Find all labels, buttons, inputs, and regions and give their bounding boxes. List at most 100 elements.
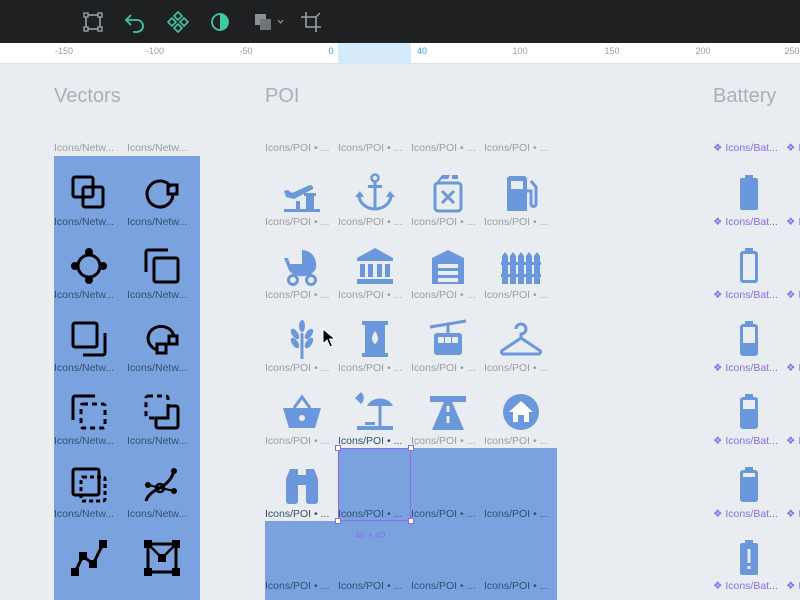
layer-caption[interactable]: Icons/POI • ... (411, 216, 475, 228)
selection-box[interactable] (338, 448, 411, 521)
barrel-icon[interactable] (353, 317, 397, 361)
layer-caption[interactable]: Icons/POI • ... (338, 142, 402, 154)
layer-caption[interactable]: Icons/POI • ... (484, 142, 548, 154)
layer-caption[interactable]: Icons/POI • ... (411, 580, 475, 592)
square-front-icon[interactable] (140, 244, 184, 288)
battery-mid-icon[interactable] (727, 390, 771, 434)
boolean-icon[interactable] (252, 9, 286, 35)
polyline-nodes-icon[interactable] (67, 536, 111, 580)
horizontal-ruler[interactable]: -150 -100 -50 0 40 100 150 200 250 (0, 43, 800, 64)
component-caption[interactable]: ❖ I (786, 289, 800, 301)
component-caption[interactable]: ❖ I (786, 508, 800, 520)
layer-caption[interactable]: Icons/POI • ... (338, 362, 402, 374)
battery-full-icon[interactable] (727, 171, 771, 215)
gas-station-icon[interactable] (499, 171, 543, 215)
highway-icon[interactable] (426, 390, 470, 434)
anchor-icon[interactable] (353, 171, 397, 215)
flip-icon[interactable] (122, 9, 148, 35)
layer-caption[interactable]: Icons/POI • ... (338, 289, 402, 301)
layer-caption[interactable]: Icons/POI • ... (338, 216, 402, 228)
airport-icon[interactable] (280, 171, 324, 215)
bank-icon[interactable] (353, 244, 397, 288)
jerrycan-icon[interactable] (426, 171, 470, 215)
layer-caption[interactable]: Icons/Netw... (54, 142, 114, 154)
layer-caption[interactable]: Icons/Netw... (127, 508, 187, 520)
home-icon[interactable] (499, 390, 543, 434)
curve-nodes-icon[interactable] (140, 463, 184, 507)
bounding-nodes-icon[interactable] (140, 536, 184, 580)
component-caption[interactable]: ❖ I (786, 216, 800, 228)
component-caption[interactable]: ❖ Icons/Bat... (713, 142, 778, 154)
component-caption[interactable]: ❖ Icons/Bat... (713, 435, 778, 447)
component-caption[interactable]: ❖ Icons/Bat... (713, 216, 778, 228)
component-icon[interactable] (165, 9, 191, 35)
resize-handle-bottom-left[interactable] (335, 518, 341, 524)
garage-icon[interactable] (426, 244, 470, 288)
battery-alert-icon[interactable] (727, 536, 771, 580)
layer-caption[interactable]: Icons/Netw... (127, 362, 187, 374)
layer-caption[interactable]: Icons/Netw... (54, 362, 114, 374)
basket-icon[interactable] (280, 390, 324, 434)
fence-icon[interactable] (499, 244, 543, 288)
battery-empty-icon[interactable] (727, 244, 771, 288)
layer-caption[interactable]: Icons/POI • ... (484, 216, 548, 228)
layer-caption[interactable]: Icons/POI • ... (484, 435, 548, 447)
mask-icon[interactable] (207, 9, 233, 35)
layer-caption[interactable]: Icons/POI • ... (265, 362, 329, 374)
layer-caption[interactable]: Icons/POI • ... (338, 435, 402, 447)
layer-caption[interactable]: Icons/Netw... (127, 289, 187, 301)
battery-high-icon[interactable] (727, 463, 771, 507)
layer-caption[interactable]: Icons/POI • ... (411, 362, 475, 374)
binoculars-icon[interactable] (280, 463, 324, 507)
layer-caption[interactable]: Icons/POI • ... (411, 508, 475, 520)
four-circles-union-icon[interactable] (67, 244, 111, 288)
crop-icon[interactable] (298, 9, 324, 35)
component-caption[interactable]: ❖ I (786, 362, 800, 374)
layer-caption[interactable]: Icons/POI • ... (484, 289, 548, 301)
transform-icon[interactable] (80, 9, 106, 35)
resize-handle-top-right[interactable] (408, 445, 414, 451)
resize-handle-bottom-right[interactable] (408, 518, 414, 524)
stroller-icon[interactable] (280, 244, 324, 288)
component-caption[interactable]: ❖ Icons/Bat... (713, 580, 778, 592)
dashed-inner-square-icon[interactable] (67, 463, 111, 507)
battery-low-icon[interactable] (727, 317, 771, 361)
wheat-icon[interactable] (280, 317, 324, 361)
component-caption[interactable]: ❖ I (786, 142, 800, 154)
resize-handle-top-left[interactable] (335, 445, 341, 451)
component-caption[interactable]: ❖ I (786, 435, 800, 447)
component-caption[interactable]: ❖ I (786, 580, 800, 592)
layer-caption[interactable]: Icons/POI • ... (338, 580, 402, 592)
square-behind-icon[interactable] (67, 317, 111, 361)
layer-caption[interactable]: Icons/POI • ... (484, 362, 548, 374)
layer-caption[interactable]: Icons/POI • ... (265, 435, 329, 447)
design-canvas[interactable]: Vectors Icons/Netw... Icons/Netw... Icon… (0, 64, 800, 600)
dashed-square-front-icon[interactable] (67, 390, 111, 434)
layer-caption[interactable]: Icons/Netw... (127, 142, 187, 154)
layer-caption[interactable]: Icons/POI • ... (411, 289, 475, 301)
component-caption[interactable]: ❖ Icons/Bat... (713, 508, 778, 520)
layer-caption[interactable]: Icons/Netw... (54, 216, 114, 228)
overlap-squares-icon[interactable] (67, 171, 111, 215)
layer-caption[interactable]: Icons/POI • ... (265, 289, 329, 301)
layer-caption[interactable]: Icons/POI • ... (484, 508, 548, 520)
circle-union-icon[interactable] (140, 317, 184, 361)
layer-caption[interactable]: Icons/Netw... (54, 289, 114, 301)
layer-caption[interactable]: Icons/POI • ... (265, 580, 329, 592)
circle-square-union-icon[interactable] (140, 171, 184, 215)
layer-caption[interactable]: Icons/POI • ... (411, 142, 475, 154)
layer-caption[interactable]: Icons/Netw... (127, 216, 187, 228)
component-caption[interactable]: ❖ Icons/Bat... (713, 289, 778, 301)
layer-caption[interactable]: Icons/POI • ... (265, 142, 329, 154)
layer-caption[interactable]: Icons/POI • ... (265, 508, 329, 520)
layer-caption[interactable]: Icons/POI • ... (411, 435, 475, 447)
layer-caption[interactable]: Icons/Netw... (127, 435, 187, 447)
cable-car-icon[interactable] (426, 317, 470, 361)
dashed-square-behind-icon[interactable] (140, 390, 184, 434)
layer-caption[interactable]: Icons/POI • ... (265, 216, 329, 228)
layer-caption[interactable]: Icons/Netw... (54, 508, 114, 520)
hanger-icon[interactable] (499, 317, 543, 361)
layer-caption[interactable]: Icons/Netw... (54, 435, 114, 447)
layer-caption[interactable]: Icons/POI • ... (484, 580, 548, 592)
component-caption[interactable]: ❖ Icons/Bat... (713, 362, 778, 374)
